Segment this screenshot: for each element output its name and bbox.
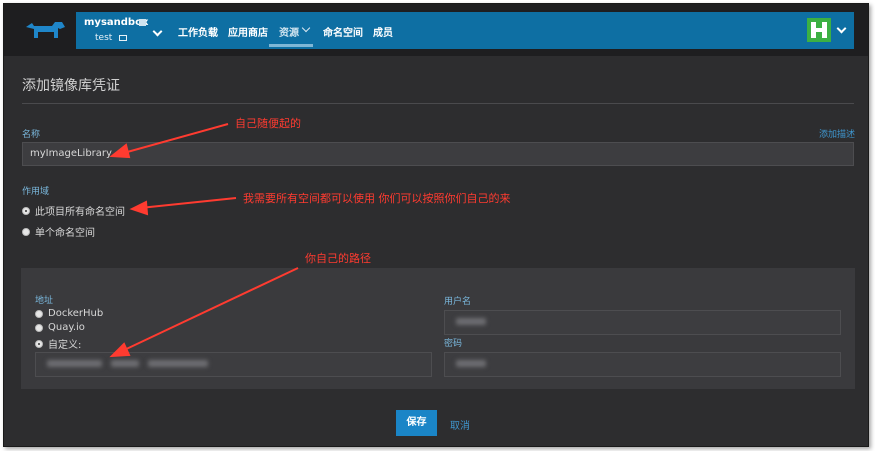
nav-members[interactable]: 成员 — [373, 24, 393, 39]
name-input[interactable]: myImageLibrary — [22, 142, 854, 166]
address-option-quay[interactable]: Quay.io — [35, 322, 85, 333]
nav-app-store[interactable]: 应用商店 — [228, 24, 268, 39]
scope-option-single-namespace[interactable]: 单个命名空间 — [22, 224, 95, 239]
cluster-icon — [139, 19, 146, 26]
nav-resources[interactable]: 资源 — [279, 24, 299, 39]
page-title: 添加镜像库凭证 — [22, 78, 120, 94]
radio-checked-icon[interactable] — [35, 339, 43, 348]
address-option-label: Quay.io — [48, 322, 85, 333]
scope-label: 作用域 — [22, 187, 50, 197]
chevron-down-icon — [301, 23, 311, 33]
rancher-logo-icon — [26, 22, 65, 38]
annotation-path-note: 你自己的路径 — [305, 252, 371, 265]
top-bar: mysandbox test 工作负载 应用商店 资源 命名空间 成员 — [4, 4, 868, 56]
radio-checked-icon[interactable] — [22, 206, 30, 215]
address-option-dockerhub[interactable]: DockerHub — [35, 308, 103, 319]
radio-icon[interactable] — [22, 227, 30, 236]
address-option-label: DockerHub — [48, 308, 104, 319]
scope-option-label: 此项目所有命名空间 — [35, 207, 125, 218]
chevron-down-icon[interactable] — [836, 23, 847, 34]
registry-panel: 地址 DockerHub Quay.io 自定义: 用户名 密码 — [21, 268, 855, 389]
save-button[interactable]: 保存 — [396, 410, 437, 436]
app-window: mysandbox test 工作负载 应用商店 资源 命名空间 成员 添加镜像… — [3, 3, 869, 447]
nav-workloads[interactable]: 工作负载 — [178, 24, 218, 39]
custom-address-input[interactable] — [35, 352, 432, 377]
scope-option-all-namespaces[interactable]: 此项目所有命名空间 — [22, 203, 125, 218]
username-input[interactable] — [444, 310, 841, 335]
address-label: 地址 — [35, 296, 54, 306]
chevron-down-icon — [152, 26, 163, 37]
nav-namespaces[interactable]: 命名空间 — [323, 24, 363, 39]
user-avatar[interactable] — [807, 18, 831, 42]
password-input[interactable] — [444, 352, 841, 377]
divider — [22, 103, 854, 104]
password-label: 密码 — [444, 339, 463, 349]
name-label: 名称 — [22, 130, 41, 140]
scope-option-label: 单个命名空间 — [35, 228, 95, 239]
address-option-custom[interactable]: 自定义: — [35, 336, 81, 351]
project-selector[interactable]: mysandbox test — [76, 12, 169, 49]
cancel-button[interactable]: 取消 — [450, 417, 470, 432]
radio-icon[interactable] — [35, 309, 43, 318]
address-option-label: 自定义: — [48, 340, 82, 351]
project-name: test — [95, 33, 113, 43]
username-label: 用户名 — [444, 297, 472, 307]
radio-icon[interactable] — [35, 323, 43, 332]
annotation-scope-note: 我需要所有空间都可以使用 你们可以按照你们自己的来 — [243, 192, 511, 205]
add-description-link[interactable]: 添加描述 — [819, 127, 855, 140]
annotation-name-note: 自己随便起的 — [235, 117, 301, 130]
folder-icon — [119, 35, 127, 41]
main-nav: 工作负载 应用商店 资源 命名空间 成员 — [169, 12, 854, 49]
active-nav-indicator — [269, 44, 313, 47]
